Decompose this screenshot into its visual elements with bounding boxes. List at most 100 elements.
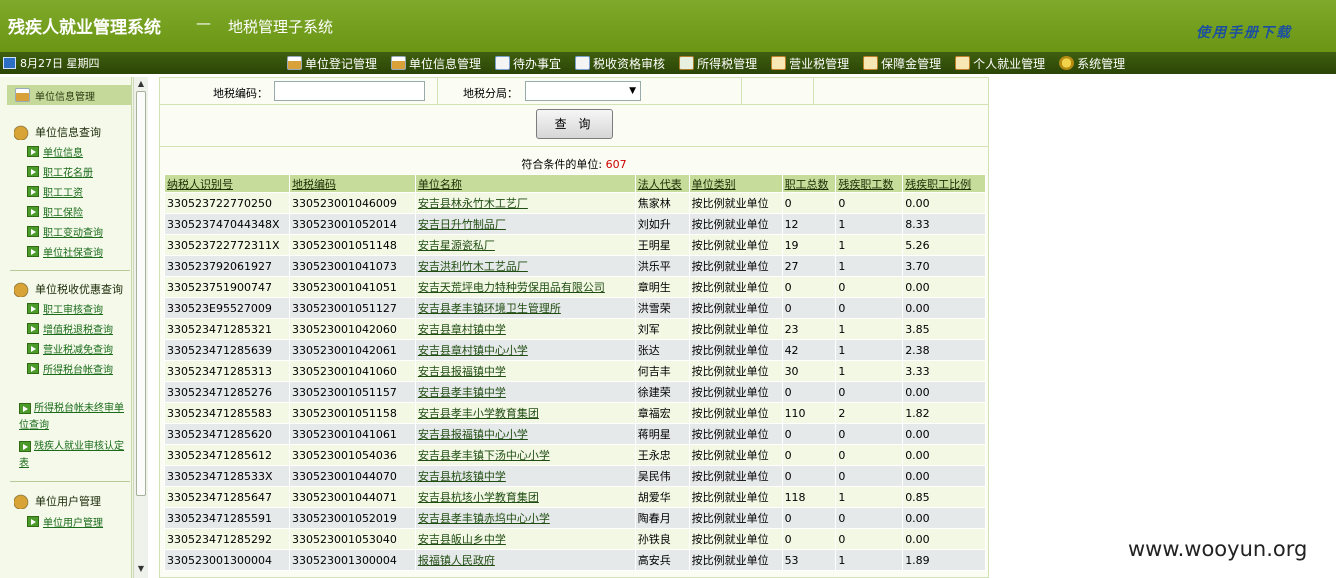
sidebar-item-staff-wage[interactable]: 职工工资 xyxy=(27,184,83,199)
table-row: 330523722770250 330523001046009 安吉县林永竹木工艺厂… xyxy=(164,192,986,214)
table-cell: 1 xyxy=(835,255,904,277)
table-row: 330523747044348X 330523001052014 安吉日升竹制品厂刘… xyxy=(164,213,986,235)
table-row: 330523471285292 330523001053040 安吉县皈山乡中学 孙铁… xyxy=(164,528,986,550)
table-cell: 330523001046009 xyxy=(288,192,416,214)
scroll-up-arrow-icon[interactable]: ▲ xyxy=(136,79,146,89)
table-cell: 330523001041073 xyxy=(288,255,416,277)
col-total-staff[interactable]: 职工总数 xyxy=(781,174,837,193)
unit-name-link[interactable]: 安吉县孝丰镇中学 xyxy=(414,381,636,403)
unit-name-link[interactable]: 安吉县孝丰镇环境卫生管理所 xyxy=(414,297,636,319)
table-cell: 何吉丰 xyxy=(634,360,690,382)
col-unit-type[interactable]: 单位类别 xyxy=(688,174,783,193)
sidebar-item-unfinished-ledger[interactable]: 所得税台帐未终审单位查询 xyxy=(19,400,131,434)
col-legal-rep[interactable]: 法人代表 xyxy=(634,174,690,193)
table-cell: 330523001053040 xyxy=(288,528,416,550)
group-unit-info-query: 单位信息查询 xyxy=(14,123,101,140)
manual-download-link[interactable]: 使用手册下载 xyxy=(1196,22,1292,42)
document-icon xyxy=(575,56,591,70)
col-tax-code[interactable]: 地税编码 xyxy=(288,174,416,193)
sidebar-item-unit-user-management[interactable]: 单位用户管理 xyxy=(27,514,103,529)
unit-name-link[interactable]: 安吉县报福镇中学 xyxy=(414,360,636,382)
col-disabled-ratio[interactable]: 残疾职工比例 xyxy=(902,174,986,193)
sidebar-item-employment-certification[interactable]: 残疾人就业审核认定表 xyxy=(19,438,131,472)
col-taxpayer-id[interactable]: 纳税人识别号 xyxy=(164,174,290,193)
unit-name-link[interactable]: 安吉县杭垓镇中学 xyxy=(414,465,636,487)
menu-business-tax[interactable]: 营业税管理 xyxy=(771,54,863,72)
unit-name-link[interactable]: 安吉县林永竹木工艺厂 xyxy=(414,192,636,214)
table-cell: 陶春月 xyxy=(634,507,690,529)
table-cell: 2.38 xyxy=(902,339,986,361)
unit-name-link[interactable]: 安吉洪利竹木工艺品厂 xyxy=(414,255,636,277)
unit-name-link[interactable]: 安吉县章村镇中心小学 xyxy=(414,339,636,361)
sidebar-item-staff-audit[interactable]: 职工审核查询 xyxy=(27,301,103,316)
arrow-right-icon xyxy=(27,186,39,197)
menu-guarantee-fund[interactable]: 保障金管理 xyxy=(863,54,955,72)
sidebar-scrollbar[interactable]: ▲ ▼ xyxy=(133,77,148,578)
form-divider xyxy=(741,78,742,105)
table-cell: 0 xyxy=(781,444,837,466)
arrow-right-icon xyxy=(27,363,39,374)
unit-name-link[interactable]: 安吉日升竹制品厂 xyxy=(414,213,636,235)
sidebar-item-staff-roster[interactable]: 职工花名册 xyxy=(27,164,93,179)
arrow-right-icon xyxy=(27,226,39,237)
arrow-right-icon xyxy=(27,516,39,527)
table-cell: 330523001300004 xyxy=(288,549,416,571)
table-cell: 0 xyxy=(781,192,837,214)
sidebar-item-income-tax-ledger[interactable]: 所得税台帐查询 xyxy=(27,361,113,376)
scroll-thumb[interactable] xyxy=(136,91,146,496)
table-cell: 0.00 xyxy=(902,528,986,550)
sidebar-item-staff-insurance[interactable]: 职工保险 xyxy=(27,204,83,219)
table-cell: 42 xyxy=(781,339,837,361)
scroll-down-arrow-icon[interactable]: ▼ xyxy=(136,564,146,574)
house-icon xyxy=(391,56,407,70)
table-cell: 蒋明星 xyxy=(634,423,690,445)
table-cell: 330523001051127 xyxy=(288,297,416,319)
unit-name-link[interactable]: 报福镇人民政府 xyxy=(414,549,636,571)
menu-system-management[interactable]: 系统管理 xyxy=(1059,54,1139,72)
unit-name-link[interactable]: 安吉县杭垓小学教育集团 xyxy=(414,486,636,508)
table-cell: 章福宏 xyxy=(634,402,690,424)
menu-unit-info[interactable]: 单位信息管理 xyxy=(391,54,495,72)
sidebar-item-social-security[interactable]: 单位社保查询 xyxy=(27,244,103,259)
menu-income-tax[interactable]: 所得税管理 xyxy=(679,54,771,72)
unit-name-link[interactable]: 安吉县皈山乡中学 xyxy=(414,528,636,550)
watermark: www.wooyun.org xyxy=(1128,537,1308,561)
query-button[interactable]: 查 询 xyxy=(536,109,613,139)
table-cell: 330523001054036 xyxy=(288,444,416,466)
col-disabled-staff[interactable]: 残疾职工数 xyxy=(835,174,904,193)
calculator-icon xyxy=(679,56,695,70)
arrow-right-icon xyxy=(27,303,39,314)
unit-name-link[interactable]: 安吉星源瓷私厂 xyxy=(414,234,636,256)
unit-name-link[interactable]: 安吉县报福镇中心小学 xyxy=(414,423,636,445)
sidebar-item-staff-change[interactable]: 职工变动查询 xyxy=(27,224,103,239)
col-unit-name[interactable]: 单位名称 xyxy=(414,174,636,193)
tax-code-input[interactable] xyxy=(274,81,425,101)
unit-name-link[interactable]: 安吉县章村镇中学 xyxy=(414,318,636,340)
tax-branch-select[interactable]: ▼ xyxy=(525,81,641,101)
table-cell: 118 xyxy=(781,486,837,508)
menu-todo[interactable]: 待办事宜 xyxy=(495,54,575,72)
unit-name-link[interactable]: 安吉县孝丰小学教育集团 xyxy=(414,402,636,424)
table-cell: 按比例就业单位 xyxy=(688,318,783,340)
dropdown-arrow-icon: ▼ xyxy=(629,86,636,96)
table-cell: 0 xyxy=(781,276,837,298)
table-cell: 洪乐平 xyxy=(634,255,690,277)
sidebar-item-unit-info[interactable]: 单位信息 xyxy=(27,144,83,159)
main-panel: 地税编码： 地税分局： ▼ 查 询 符合条件的单位: 607 纳税人识别号 地税… xyxy=(159,77,989,578)
menu-tax-qualification[interactable]: 税收资格审核 xyxy=(575,54,679,72)
table-cell: 按比例就业单位 xyxy=(688,444,783,466)
table-cell: 330523471285313 xyxy=(164,360,290,382)
sidebar-item-business-tax-relief[interactable]: 营业税减免查询 xyxy=(27,341,113,356)
unit-name-link[interactable]: 安吉县孝丰镇下汤中心小学 xyxy=(414,444,636,466)
table-cell: 0 xyxy=(781,381,837,403)
unit-name-link[interactable]: 安吉天荒坪电力特种劳保用品有限公司 xyxy=(414,276,636,298)
table-cell: 330523001051158 xyxy=(288,402,416,424)
unit-name-link[interactable]: 安吉县孝丰镇赤坞中心小学 xyxy=(414,507,636,529)
sidebar-section-header[interactable]: 单位信息管理 xyxy=(7,85,131,105)
table-cell: 1 xyxy=(835,234,904,256)
menu-personal-employment[interactable]: 个人就业管理 xyxy=(955,54,1059,72)
table-cell: 0 xyxy=(781,528,837,550)
sidebar-item-vat-refund[interactable]: 增值税退税查询 xyxy=(27,321,113,336)
edit-icon xyxy=(863,56,879,70)
menu-unit-registration[interactable]: 单位登记管理 xyxy=(287,54,391,72)
